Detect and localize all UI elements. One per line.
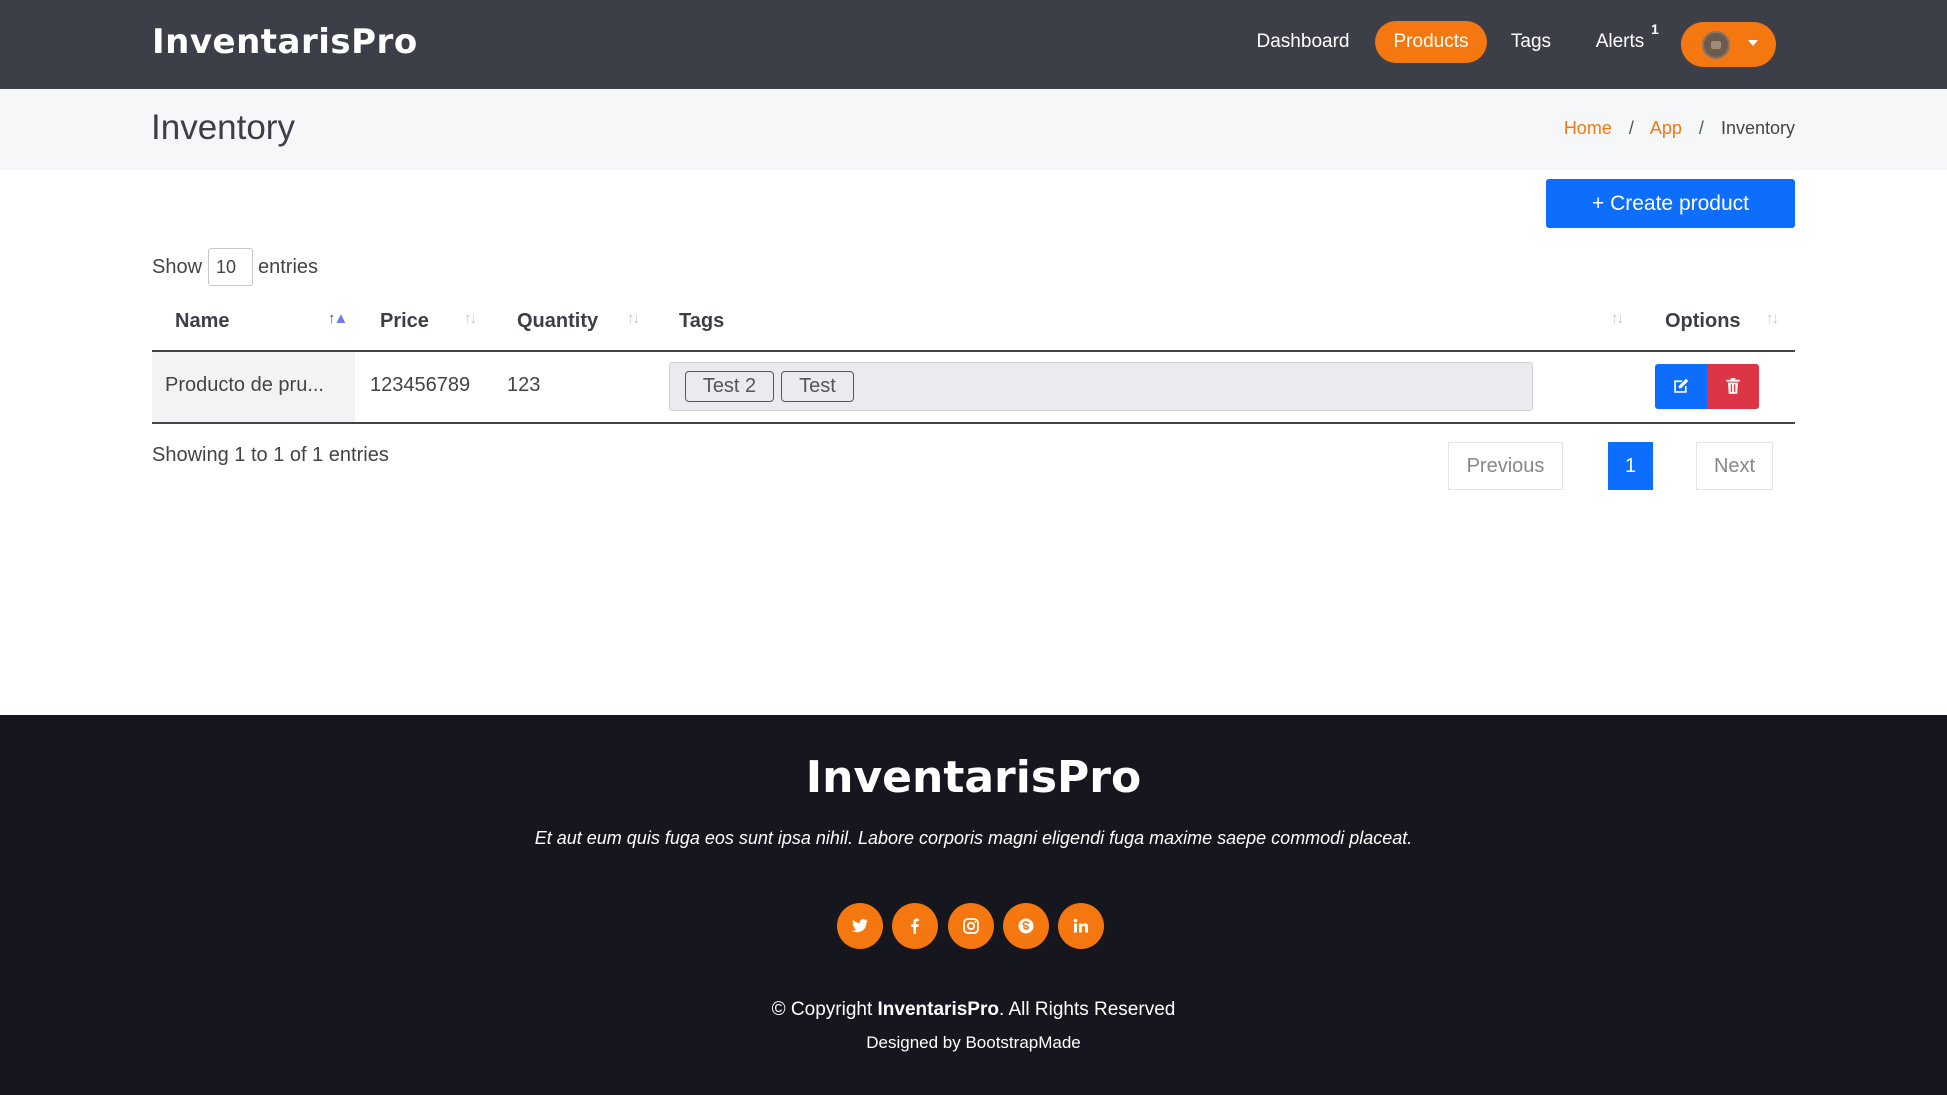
page-title: Inventory <box>151 108 295 147</box>
nav-dashboard[interactable]: Dashboard <box>1245 21 1361 63</box>
breadcrumb: Home / App / Inventory <box>1564 118 1795 139</box>
page-header: Inventory Home / App / Inventory <box>0 89 1947 170</box>
nav-products[interactable]: Products <box>1375 21 1487 63</box>
column-header-quantity[interactable]: Quantity <box>517 310 598 333</box>
product-tags-field: Test 2 Test <box>669 362 1533 411</box>
entries-per-page-select[interactable]: 10 <box>208 248 253 286</box>
edit-icon <box>1674 378 1689 393</box>
linkedin-icon <box>1073 918 1088 933</box>
sort-asc-icon[interactable]: ↑▲ <box>328 310 348 327</box>
breadcrumb-current: Inventory <box>1720 118 1795 138</box>
table-bottom-divider <box>152 422 1795 424</box>
linkedin-link[interactable] <box>1058 903 1104 949</box>
next-page-button[interactable]: Next <box>1696 442 1773 490</box>
facebook-icon <box>911 918 919 934</box>
tag-chip: Test <box>781 371 854 402</box>
chevron-down-icon <box>1748 40 1758 46</box>
credits: Designed by BootstrapMade <box>866 1033 1081 1052</box>
avatar <box>1702 31 1730 59</box>
product-name: Producto de pru... <box>165 374 324 396</box>
top-navbar: InventarisPro Dashboard Products Tags Al… <box>0 0 1947 89</box>
footer-tagline: Et aut eum quis fuga eos sunt ipsa nihil… <box>534 828 1413 848</box>
copyright-prefix: © Copyright <box>771 999 878 1020</box>
main-nav: Dashboard Products Tags Alerts 1 <box>0 21 1947 65</box>
nav-alerts[interactable]: Alerts <box>1585 21 1655 63</box>
alerts-count-badge: 1 <box>1651 21 1659 37</box>
sort-icon[interactable]: ↑↓ <box>464 310 477 327</box>
skype-link[interactable] <box>1003 903 1049 949</box>
column-header-options[interactable]: Options <box>1665 310 1741 333</box>
delete-product-button[interactable] <box>1707 364 1759 409</box>
tag-chip: Test 2 <box>685 371 774 402</box>
show-label: Show <box>152 256 203 278</box>
product-quantity: 123 <box>507 374 541 396</box>
footer-logo: InventarisPro <box>805 752 1142 803</box>
sort-icon[interactable]: ↑↓ <box>1611 310 1624 327</box>
breadcrumb-separator: / <box>1628 118 1634 138</box>
copyright: © Copyright InventarisPro. All Rights Re… <box>0 999 1947 1021</box>
twitter-icon <box>852 919 868 933</box>
page-1-button[interactable]: 1 <box>1608 442 1653 490</box>
table-info: Showing 1 to 1 of 1 entries <box>152 444 389 466</box>
nav-tags[interactable]: Tags <box>1500 21 1562 63</box>
entries-label: entries <box>258 256 319 278</box>
sort-icon[interactable]: ↑↓ <box>1766 310 1779 327</box>
copyright-suffix: . All Rights Reserved <box>998 999 1176 1020</box>
copyright-brand: InventarisPro <box>877 999 999 1020</box>
product-price: 123456789 <box>370 374 471 396</box>
trash-icon <box>1726 378 1740 394</box>
column-header-name[interactable]: Name <box>175 310 229 333</box>
facebook-link[interactable] <box>892 903 938 949</box>
breadcrumb-separator: / <box>1698 118 1704 138</box>
edit-product-button[interactable] <box>1655 364 1707 409</box>
breadcrumb-home[interactable]: Home <box>1564 118 1612 138</box>
previous-page-button[interactable]: Previous <box>1448 442 1563 490</box>
create-product-button[interactable]: + Create product <box>1546 179 1795 228</box>
instagram-icon <box>963 918 979 934</box>
skype-icon <box>1018 918 1034 934</box>
twitter-link[interactable] <box>837 903 883 949</box>
instagram-link[interactable] <box>948 903 994 949</box>
social-links <box>837 903 1127 949</box>
footer: InventarisPro Et aut eum quis fuga eos s… <box>0 715 1947 1095</box>
user-menu-button[interactable] <box>1681 22 1776 67</box>
column-header-tags[interactable]: Tags <box>679 310 724 333</box>
column-header-price[interactable]: Price <box>380 310 429 333</box>
sort-icon[interactable]: ↑↓ <box>627 310 640 327</box>
breadcrumb-app[interactable]: App <box>1650 118 1682 138</box>
